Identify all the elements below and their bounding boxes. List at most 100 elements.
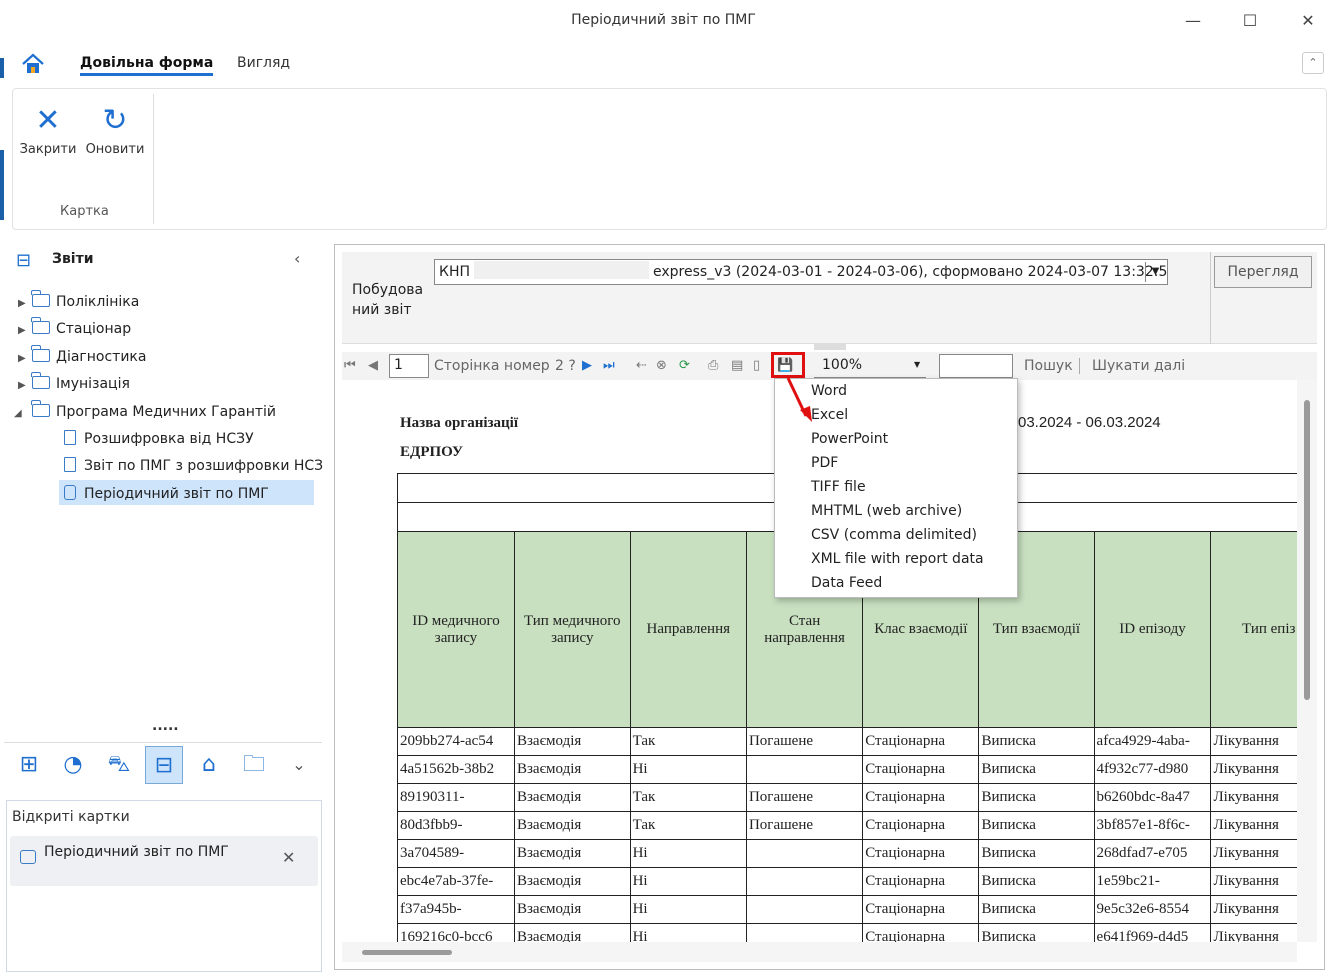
close-card-button[interactable]: ✕ Закрити: [16, 100, 80, 170]
table-row: ebc4e7ab-37fe- Взаємодія Ні Стаціонарна Випи…: [397, 867, 1327, 896]
cell: 80d3fbb9-: [397, 811, 515, 840]
open-card-label: Періодичний звіт по ПМГ: [44, 844, 229, 860]
tree-item-periodic-report[interactable]: Періодичний звіт по ПМГ: [59, 480, 314, 505]
expand-icon: ▶: [18, 353, 26, 364]
tree-folder-diagnostics[interactable]: ▶ Діагностика: [18, 345, 146, 365]
zoom-select[interactable]: 100%: [814, 354, 926, 378]
cell: Погашене: [745, 727, 864, 756]
report-select[interactable]: КНП express_v3 (2024-03-01 - 2024-03-06),…: [434, 259, 1168, 285]
menu-item-mhtml[interactable]: MHTML (web archive): [811, 503, 962, 519]
tree-folder-immunization[interactable]: ▶ Імунізація: [18, 372, 130, 392]
table-row: 4a51562b-38b2 Взаємодія Ні Стаціонарна Випис…: [397, 755, 1327, 784]
cell: Виписка: [978, 811, 1095, 840]
divider: [4, 742, 322, 743]
cell: Виписка: [978, 755, 1095, 784]
splitter-handle[interactable]: .....: [152, 718, 179, 734]
close-window-button[interactable]: ✕: [1293, 8, 1323, 34]
cell: Взаємодія: [513, 783, 631, 812]
print-layout-icon[interactable]: ▤: [731, 358, 743, 373]
cell: Ні: [629, 867, 747, 896]
tab-free-form[interactable]: Довільна форма: [80, 55, 214, 76]
cell: 209bb274-ac54: [397, 727, 515, 756]
page-setup-icon[interactable]: ▯: [753, 358, 760, 373]
table-row: 209bb274-ac54 Взаємодія Так Погашене Стаціон…: [397, 727, 1327, 756]
table-row: 89190311- Взаємодія Так Погашене Стаціонарна…: [397, 783, 1327, 812]
cell: [745, 867, 864, 896]
cell: 4f932c77-d980: [1093, 755, 1212, 784]
folder-icon: [31, 317, 50, 334]
home-settings-icon[interactable]: ⌂: [190, 746, 228, 784]
tree-label: Звіт по ПМГ з розшифровки НСЗ: [84, 458, 324, 474]
scroll-thumb[interactable]: [362, 950, 452, 955]
folder-settings-icon[interactable]: 🗀: [235, 746, 273, 784]
cell: Стаціонарна: [862, 783, 980, 812]
folder-icon: [31, 345, 50, 362]
table-row: 80d3fbb9- Взаємодія Так Погашене Стаціонарна…: [397, 811, 1327, 840]
combo-value: express_v3 (2024-03-01 - 2024-03-06), сф…: [653, 264, 1168, 280]
close-card-icon[interactable]: ✕: [282, 848, 295, 867]
bed-icon[interactable]: ⛍: [100, 746, 138, 784]
refresh-button[interactable]: ↻ Оновити: [83, 100, 147, 170]
back-icon[interactable]: ⇠: [636, 358, 647, 373]
menu-item-data-feed[interactable]: Data Feed: [811, 575, 882, 591]
cell: Стаціонарна: [862, 755, 980, 784]
menu-item-xml[interactable]: XML file with report data: [811, 551, 984, 567]
cell: 1e59bc21-: [1093, 867, 1212, 896]
minimize-button[interactable]: —: [1178, 8, 1208, 34]
cell: Взаємодія: [513, 727, 631, 756]
scroll-thumb[interactable]: [1304, 400, 1310, 700]
medkit-icon[interactable]: ⊞: [10, 746, 48, 784]
page-number-input[interactable]: 1: [389, 354, 429, 378]
menu-item-tiff[interactable]: TIFF file: [811, 479, 866, 495]
cell: Стаціонарна: [862, 867, 980, 896]
collapse-ribbon-icon[interactable]: ⌃: [1302, 52, 1324, 74]
menu-item-powerpoint[interactable]: PowerPoint: [811, 431, 888, 447]
cell: f37a945b-: [397, 895, 515, 924]
menu-item-csv[interactable]: CSV (comma delimited): [811, 527, 977, 543]
tree-label: Розшифровка від НСЗУ: [84, 431, 254, 447]
first-page-icon[interactable]: ⏮: [344, 358, 356, 373]
search-input[interactable]: [939, 354, 1013, 378]
folder-icon: [31, 290, 50, 307]
tree-item-nszu-decode[interactable]: Розшифровка від НСЗУ: [64, 430, 254, 447]
find-next-link[interactable]: Шукати далі: [1092, 358, 1185, 374]
tree-folder-polyclinic[interactable]: ▶ Поліклініка: [18, 290, 139, 310]
chevron-down-icon[interactable]: ⌄: [280, 746, 318, 784]
maximize-button[interactable]: ☐: [1235, 8, 1265, 34]
table-row: 3a704589- Взаємодія Ні Стаціонарна Виписка 26…: [397, 839, 1327, 868]
last-page-icon[interactable]: ⏭: [603, 358, 615, 373]
refresh-report-icon[interactable]: ⟳: [679, 358, 690, 373]
cell: 9e5c32e6-8554: [1093, 895, 1212, 924]
vertical-scrollbar[interactable]: [1297, 380, 1317, 942]
tree-item-pmg-report[interactable]: Звіт по ПМГ з розшифровки НСЗ: [64, 457, 323, 474]
view-button[interactable]: Перегляд: [1214, 256, 1312, 288]
reports-tray-icon[interactable]: ⊟: [145, 746, 183, 784]
cell: Взаємодія: [513, 867, 631, 896]
menu-item-pdf[interactable]: PDF: [811, 455, 838, 471]
cell: Виписка: [978, 727, 1095, 756]
cell: Погашене: [745, 783, 864, 812]
combo-prefix: КНП: [439, 264, 470, 280]
zoom-dropdown-icon[interactable]: ▼: [914, 360, 920, 369]
cell: Ні: [629, 895, 747, 924]
next-page-icon[interactable]: ▶: [582, 358, 592, 373]
column-header: ID медичного запису: [397, 531, 515, 728]
collapse-sidebar-icon[interactable]: ‹: [294, 249, 300, 268]
collapse-icon: ◢: [14, 408, 22, 419]
tree-folder-hospital[interactable]: ▶ Стаціонар: [18, 317, 131, 337]
tree-folder-pmg[interactable]: ◢ Програма Медичних Гарантій: [14, 400, 276, 420]
cell: [745, 895, 864, 924]
print-icon[interactable]: ⎙: [708, 358, 718, 373]
prev-page-icon[interactable]: ◀: [368, 358, 378, 373]
close-icon: ✕: [35, 103, 61, 138]
tab-view[interactable]: Вигляд: [237, 55, 290, 71]
clock-calendar-icon[interactable]: ◔: [54, 746, 92, 784]
horizontal-scrollbar[interactable]: [342, 942, 1297, 962]
divider: [1079, 358, 1080, 374]
report-icon: [20, 850, 36, 864]
dropdown-arrow-icon[interactable]: ▼: [1145, 262, 1165, 282]
search-link[interactable]: Пошук: [1024, 358, 1073, 374]
org-label: Назва організації: [400, 415, 519, 431]
home-icon[interactable]: [20, 52, 46, 76]
stop-icon[interactable]: ⊗: [656, 358, 667, 373]
